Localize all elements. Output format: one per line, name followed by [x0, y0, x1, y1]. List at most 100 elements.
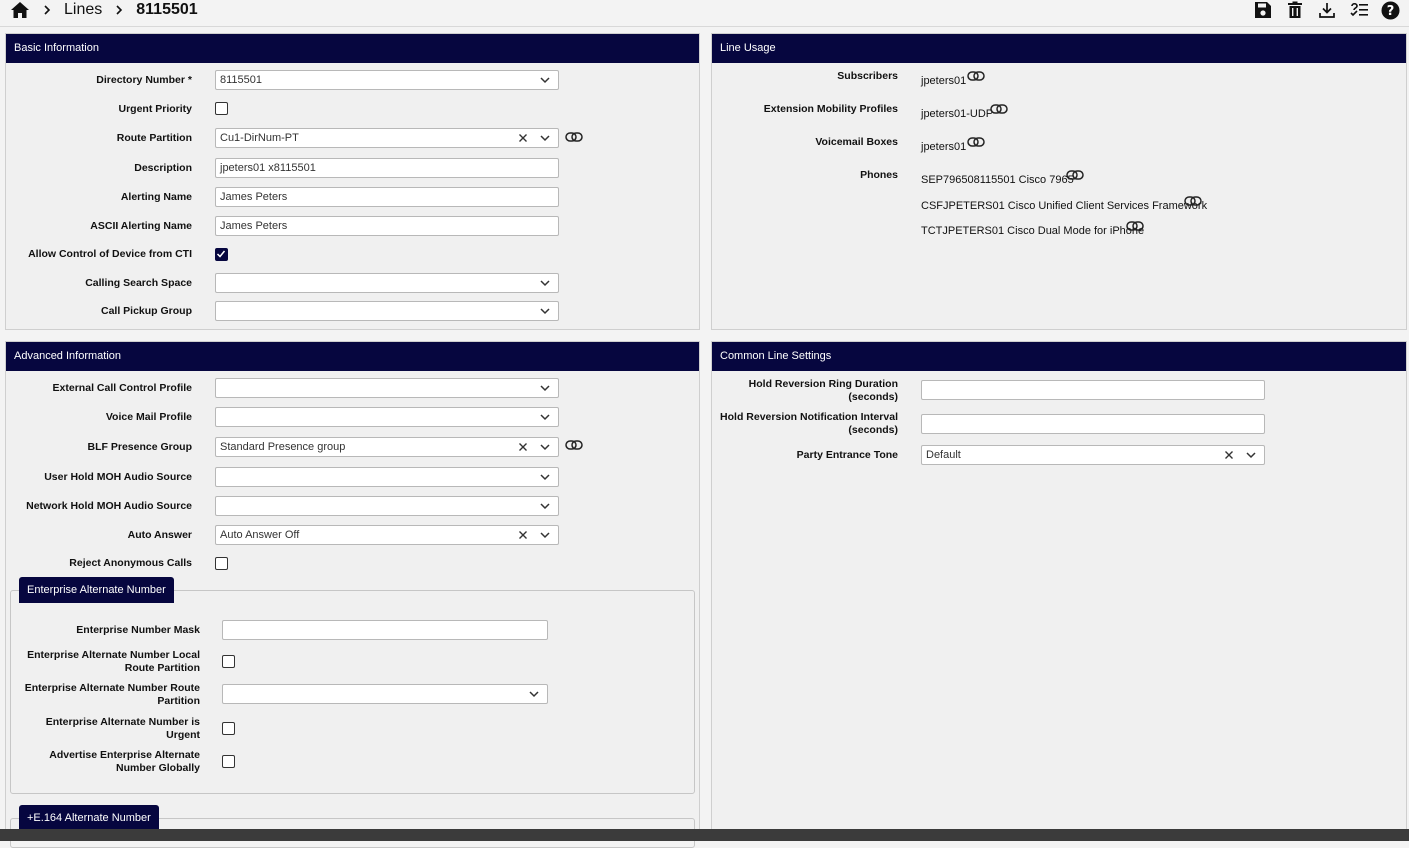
hold-reversion-notification-label: Hold Reversion Notification Interval (se…: [720, 411, 898, 437]
subscribers-value: jpeters01: [921, 75, 967, 87]
call-pickup-group-label: Call Pickup Group: [100, 305, 192, 317]
phone-item: SEP796508115501 Cisco 7965: [921, 174, 1074, 186]
allow-cti-checkbox[interactable]: [215, 248, 228, 261]
voice-mail-profile-label: Voice Mail Profile: [105, 411, 192, 423]
hold-reversion-ring-input[interactable]: [921, 380, 1265, 400]
chevron-down-icon: [1246, 452, 1256, 459]
chevron-right-icon: [114, 4, 124, 16]
reject-anonymous-checkbox[interactable]: [215, 557, 228, 570]
chevron-down-icon: [540, 414, 550, 421]
chevron-down-icon: [540, 444, 550, 451]
voice-mail-profile-select[interactable]: [215, 407, 559, 427]
check-icon: [216, 250, 226, 258]
chevron-down-icon: [540, 308, 550, 315]
external-call-control-label: External Call Control Profile: [52, 382, 192, 394]
breadcrumb-lines-link[interactable]: Lines: [64, 1, 102, 19]
clear-icon[interactable]: [1222, 448, 1236, 462]
route-partition-select[interactable]: Cu1-DirNum-PT: [215, 128, 559, 148]
description-value: jpeters01 x8115501: [220, 162, 316, 174]
directory-number-select[interactable]: 8115501: [215, 70, 559, 90]
link-icon[interactable]: [990, 103, 1008, 115]
voicemail-boxes-value: jpeters01: [921, 141, 967, 153]
toolbar: ?: [1252, 0, 1401, 20]
phones-label: Phones: [860, 169, 898, 181]
label-line: Urgent: [166, 729, 200, 741]
urgent-priority-label: Urgent Priority: [118, 103, 192, 115]
ascii-alerting-name-value: James Peters: [220, 220, 288, 232]
blf-presence-group-select[interactable]: Standard Presence group: [215, 437, 559, 457]
link-icon[interactable]: [565, 439, 583, 451]
clear-icon[interactable]: [516, 528, 530, 542]
chevron-down-icon: [540, 77, 550, 84]
panel-title: Common Line Settings: [712, 342, 1406, 371]
party-entrance-tone-value: Default: [926, 449, 961, 461]
user-hold-moh-select[interactable]: [215, 467, 559, 487]
hold-reversion-ring-label: Hold Reversion Ring Duration (seconds): [720, 378, 898, 404]
link-icon[interactable]: [1184, 195, 1202, 207]
route-partition-value: Cu1-DirNum-PT: [220, 132, 299, 144]
ean-urgent-label: Enterprise Alternate Number is Urgent: [20, 716, 200, 742]
clear-icon[interactable]: [516, 131, 530, 145]
chevron-down-icon: [540, 385, 550, 392]
link-icon[interactable]: [1066, 169, 1084, 181]
calling-search-space-select[interactable]: [215, 273, 559, 293]
label-line: (seconds): [848, 424, 898, 436]
chevron-down-icon: [540, 532, 550, 539]
link-icon[interactable]: [967, 136, 985, 148]
delete-icon[interactable]: [1284, 0, 1305, 20]
chevron-down-icon: [540, 135, 550, 142]
auto-answer-select[interactable]: Auto Answer Off: [215, 525, 559, 545]
network-hold-moh-select[interactable]: [215, 496, 559, 516]
ean-route-partition-select[interactable]: [222, 684, 548, 704]
party-entrance-tone-select[interactable]: Default: [921, 445, 1265, 465]
external-call-control-select[interactable]: [215, 378, 559, 398]
ean-urgent-checkbox[interactable]: [222, 722, 235, 735]
alerting-name-input[interactable]: James Peters: [215, 187, 559, 207]
ean-advertise-checkbox[interactable]: [222, 755, 235, 768]
link-icon[interactable]: [967, 70, 985, 82]
label-line: Advertise Enterprise Alternate: [49, 749, 200, 761]
extension-mobility-value: jpeters01-UDP: [921, 108, 994, 120]
auto-answer-label: Auto Answer: [127, 529, 192, 541]
home-icon[interactable]: [10, 1, 30, 19]
label-line: Route Partition: [124, 662, 200, 674]
breadcrumb: Lines 8115501: [10, 0, 198, 20]
directory-number-value: 8115501: [220, 74, 263, 86]
help-icon[interactable]: ?: [1380, 0, 1401, 20]
link-icon[interactable]: [1126, 220, 1144, 232]
alerting-name-value: James Peters: [220, 191, 288, 203]
label-line: Enterprise Alternate Number Local: [27, 649, 200, 661]
phone-item: TCTJPETERS01 Cisco Dual Mode for iPhone: [921, 225, 1145, 237]
ean-local-route-partition-checkbox[interactable]: [222, 655, 235, 668]
horizontal-scrollbar[interactable]: [0, 829, 1409, 841]
enterprise-alternate-number-tab[interactable]: Enterprise Alternate Number: [19, 577, 174, 603]
chevron-down-icon: [540, 280, 550, 287]
chevron-down-icon: [529, 691, 539, 698]
link-icon[interactable]: [565, 131, 583, 143]
description-label: Description: [134, 162, 192, 174]
ean-advertise-label: Advertise Enterprise Alternate Number Gl…: [20, 749, 200, 775]
ascii-alerting-name-input[interactable]: James Peters: [215, 216, 559, 236]
chevron-down-icon: [540, 503, 550, 510]
chevron-down-icon: [540, 474, 550, 481]
e164-alternate-number-tab[interactable]: +E.164 Alternate Number: [19, 805, 159, 831]
alerting-name-label: Alerting Name: [120, 191, 192, 203]
clear-icon[interactable]: [516, 440, 530, 454]
enterprise-number-mask-input[interactable]: [222, 620, 548, 640]
label-line: Hold Reversion Ring Duration: [748, 378, 898, 390]
download-icon[interactable]: [1316, 0, 1337, 20]
description-input[interactable]: jpeters01 x8115501: [215, 158, 559, 178]
label-line: Enterprise Alternate Number Route: [24, 682, 200, 694]
hold-reversion-notification-input[interactable]: [921, 414, 1265, 434]
urgent-priority-checkbox[interactable]: [215, 102, 228, 115]
list-check-icon[interactable]: [1348, 0, 1369, 20]
route-partition-label: Route Partition: [116, 132, 192, 144]
party-entrance-tone-label: Party Entrance Tone: [796, 449, 898, 461]
call-pickup-group-select[interactable]: [215, 301, 559, 321]
subscribers-label: Subscribers: [837, 70, 898, 82]
save-icon[interactable]: [1252, 0, 1273, 20]
label-line: Hold Reversion Notification Interval: [720, 411, 898, 423]
ascii-alerting-name-label: ASCII Alerting Name: [90, 220, 192, 232]
network-hold-moh-label: Network Hold MOH Audio Source: [26, 500, 192, 512]
blf-presence-group-label: BLF Presence Group: [87, 441, 192, 453]
